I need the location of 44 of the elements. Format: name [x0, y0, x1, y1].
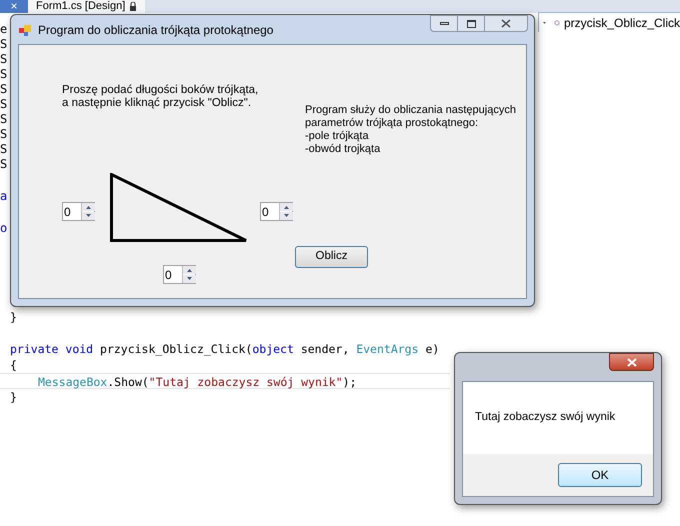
code-line: { — [10, 358, 17, 372]
close-icon — [501, 19, 511, 28]
code-fragment: S — [0, 157, 8, 172]
code-fragment: S — [0, 52, 8, 67]
code-fragment: S — [0, 82, 8, 97]
description-label: Program służy do obliczania następujących parametrów trójkąta prostokątnego: -pole trójkąta -obwód trojkąta — [305, 104, 516, 156]
code-fragment: S — [0, 112, 8, 127]
spinner-arrows-icon[interactable] — [81, 203, 94, 220]
minimize-button[interactable] — [430, 15, 458, 32]
spinner-value: 0 — [164, 268, 173, 280]
spinner-arrows-icon[interactable] — [279, 203, 292, 220]
member-dropdown[interactable]: przycisk_Oblicz_Click — [564, 14, 680, 32]
close-icon — [626, 358, 636, 366]
code-line: private void przycisk_Oblicz_Click(object sender, EventArgs e) — [10, 342, 440, 356]
ok-button[interactable]: OK — [558, 463, 642, 487]
maximize-button[interactable] — [458, 15, 484, 32]
code-fragment: S — [0, 127, 8, 142]
spinner-arrows-icon[interactable] — [182, 266, 195, 283]
code-fragment: a — [0, 189, 8, 204]
close-button[interactable] — [484, 15, 528, 32]
code-fragment: S — [0, 67, 8, 82]
dropdown-caret-icon[interactable] — [543, 20, 546, 24]
message-text: Tutaj zobaczysz swój wynik — [475, 410, 616, 426]
app-icon — [18, 22, 32, 36]
code-fragment: S — [0, 142, 8, 157]
number-spinner[interactable]: 0 — [62, 202, 95, 221]
code-fragment: S — [0, 37, 8, 52]
instruction-label: Proszę podać długości boków trójkąta, a następnie kliknąć przycisk "Oblicz". — [62, 84, 258, 110]
code-line: } — [10, 390, 17, 404]
close-button[interactable] — [609, 353, 654, 371]
code-line: } — [10, 310, 17, 324]
spinner-value: 0 — [63, 206, 72, 218]
lock-icon — [129, 2, 138, 11]
tab-close-button[interactable]: × — [0, 0, 28, 13]
window-title: Program do obliczania trójkąta protokątnego — [38, 22, 274, 38]
code-fragment: e — [0, 22, 8, 37]
code-fragment: o — [0, 221, 8, 236]
number-spinner[interactable]: 0 — [163, 265, 196, 284]
code-fragment: S — [0, 97, 8, 112]
number-spinner[interactable]: 0 — [260, 202, 293, 221]
code-line: MessageBox.Show("Tutaj zobaczysz swój wynik"); — [38, 375, 357, 389]
document-tab[interactable]: Form1.cs [Design] — [28, 0, 146, 13]
spinner-value: 0 — [261, 206, 270, 218]
calculate-button[interactable]: Oblicz — [295, 246, 368, 268]
